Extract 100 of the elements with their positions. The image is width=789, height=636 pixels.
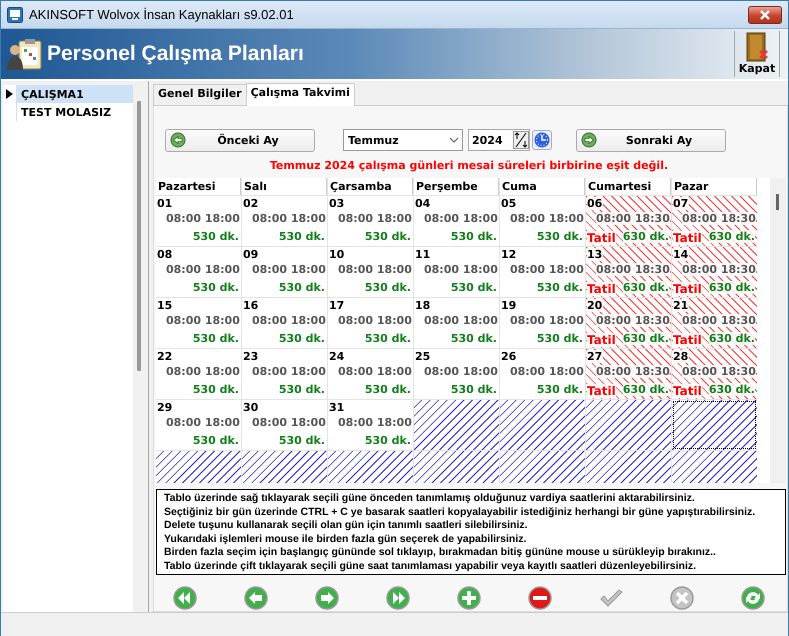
shift-hours: 08:00 18:00 [424, 365, 498, 378]
duration-text: 530 dk. [364, 383, 411, 396]
day-number: 28 [673, 350, 690, 363]
day-number: 06 [587, 197, 604, 210]
day-cell[interactable]: 19 08:00 18:00 530 dk. [500, 298, 585, 348]
day-cell[interactable]: 27 08:00 18:30 Tatil 630 dk. [586, 349, 671, 399]
close-button[interactable] [748, 6, 782, 24]
holiday-label: Tatil [587, 333, 616, 347]
duration-text: 530 dk. [192, 230, 239, 243]
day-cell[interactable]: 15 08:00 18:00 530 dk. [156, 298, 241, 348]
day-cell[interactable]: 26 08:00 18:00 530 dk. [500, 349, 585, 399]
time-button[interactable] [532, 130, 552, 150]
duration-text: 530 dk. [364, 230, 411, 243]
duration-text: 530 dk. [450, 383, 497, 396]
add-button[interactable] [456, 585, 482, 611]
scrollbar[interactable] [770, 178, 786, 483]
list-item[interactable]: ÇALIŞMA1 [17, 85, 133, 103]
shift-hours: 08:00 18:00 [424, 314, 498, 327]
first-record-button[interactable] [172, 585, 198, 611]
month-dropdown[interactable]: Temmuz [343, 129, 463, 151]
next-month-button[interactable]: Sonraki Ay [576, 128, 726, 152]
day-number: 09 [243, 248, 260, 261]
day-cell[interactable]: 04 08:00 18:00 530 dk. [414, 196, 499, 246]
tab[interactable]: Çalışma Takvimi [246, 83, 355, 106]
app-logo-icon [7, 6, 23, 22]
duration-text: 530 dk. [364, 434, 411, 447]
day-number: 25 [415, 350, 432, 363]
duration-text: 530 dk. [278, 434, 325, 447]
shift-hours: 08:00 18:00 [510, 212, 584, 225]
column-header: Pazar [672, 178, 757, 195]
duration-text: 530 dk. [278, 230, 325, 243]
holiday-label: Tatil [587, 384, 616, 398]
day-cell[interactable]: 10 08:00 18:00 530 dk. [328, 247, 413, 297]
day-number: 29 [157, 401, 174, 414]
day-cell[interactable]: 02 08:00 18:00 530 dk. [242, 196, 327, 246]
clipboard-person-icon [7, 37, 43, 71]
day-cell[interactable]: 12 08:00 18:00 530 dk. [500, 247, 585, 297]
day-cell[interactable]: 22 08:00 18:00 530 dk. [156, 349, 241, 399]
day-cell[interactable]: 08 08:00 18:00 530 dk. [156, 247, 241, 297]
day-cell[interactable]: 01 08:00 18:00 530 dk. [156, 196, 241, 246]
warning-text: Temmuz 2024 çalışma günleri mesai süreleri birbirine eşit değil. [268, 159, 670, 172]
day-cell[interactable]: 09 08:00 18:00 530 dk. [242, 247, 327, 297]
tab[interactable]: Genel Bilgiler [153, 84, 247, 105]
day-cell[interactable]: 25 08:00 18:00 530 dk. [414, 349, 499, 399]
close-button[interactable]: Kapat [734, 31, 780, 77]
day-cell[interactable]: 14 08:00 18:30 Tatil 630 dk. [672, 247, 757, 297]
day-cell[interactable]: 21 08:00 18:30 Tatil 630 dk. [672, 298, 757, 348]
list-item[interactable]: TEST MOLASIZ [17, 103, 133, 121]
previous-record-button[interactable] [243, 585, 269, 611]
shift-hours: 08:00 18:00 [510, 263, 584, 276]
day-number: 27 [587, 350, 604, 363]
previous-month-button[interactable]: Önceki Ay [165, 128, 315, 152]
day-cell[interactable]: 23 08:00 18:00 530 dk. [242, 349, 327, 399]
day-cell[interactable]: 16 08:00 18:00 530 dk. [242, 298, 327, 348]
day-cell[interactable]: 07 08:00 18:30 Tatil 630 dk. [672, 196, 757, 246]
day-cell[interactable]: 28 08:00 18:30 Tatil 630 dk. [672, 349, 757, 399]
day-cell[interactable]: 17 08:00 18:00 530 dk. [328, 298, 413, 348]
day-cell[interactable]: 03 08:00 18:00 530 dk. [328, 196, 413, 246]
day-cell[interactable]: 11 08:00 18:00 530 dk. [414, 247, 499, 297]
duration-text: 630 dk. [708, 332, 755, 345]
duration-text: 630 dk. [708, 383, 755, 396]
column-header: Perşembe [414, 178, 499, 195]
hint-text: Delete tuşunu kullanarak seçili olan gün için tanımlı saatleri silebilirsiniz. [164, 519, 529, 533]
day-number: 03 [329, 197, 346, 210]
day-number: 26 [501, 350, 518, 363]
refresh-button[interactable] [740, 585, 766, 611]
day-cell[interactable]: 24 08:00 18:00 530 dk. [328, 349, 413, 399]
shift-hours: 08:00 18:00 [424, 263, 498, 276]
hint-text: Seçtiğiniz bir gün üzerinde CTRL + C ye basarak saatleri kopyalayabilir istediğiniz herhangi bir güne yapıştırabilirsiniz. [164, 506, 756, 520]
delete-button[interactable] [527, 585, 553, 611]
duration-text: 530 dk. [192, 434, 239, 447]
day-cell[interactable]: 29 08:00 18:00 530 dk. [156, 400, 241, 450]
shift-hours: 08:00 18:30 [682, 212, 756, 225]
clock-icon [534, 132, 550, 148]
year-field[interactable]: 2024 [468, 129, 530, 151]
day-cell[interactable]: 05 08:00 18:00 530 dk. [500, 196, 585, 246]
day-cell[interactable]: 13 08:00 18:30 Tatil 630 dk. [586, 247, 671, 297]
duration-text: 530 dk. [278, 332, 325, 345]
holiday-label: Tatil [673, 384, 702, 398]
day-cell[interactable]: 18 08:00 18:00 530 dk. [414, 298, 499, 348]
duration-text: 530 dk. [536, 383, 583, 396]
door-icon [745, 32, 769, 62]
shift-hours: 08:00 18:00 [510, 365, 584, 378]
shift-hours: 08:00 18:00 [338, 416, 412, 429]
shift-hours: 08:00 18:00 [166, 365, 240, 378]
day-cell[interactable]: 30 08:00 18:00 530 dk. [242, 400, 327, 450]
next-record-button[interactable] [314, 585, 340, 611]
last-record-button[interactable] [385, 585, 411, 611]
day-cell[interactable]: 20 08:00 18:30 Tatil 630 dk. [586, 298, 671, 348]
shift-hours: 08:00 18:00 [338, 314, 412, 327]
day-number: 24 [329, 350, 346, 363]
day-cell[interactable]: 06 08:00 18:30 Tatil 630 dk. [586, 196, 671, 246]
day-number: 11 [415, 248, 432, 261]
day-number: 19 [501, 299, 518, 312]
shift-hours: 08:00 18:30 [596, 314, 670, 327]
holiday-label: Tatil [673, 333, 702, 347]
duration-text: 530 dk. [278, 281, 325, 294]
column-header: Çarsamba [328, 178, 413, 195]
scrollbar[interactable] [137, 101, 141, 371]
day-cell[interactable]: 31 08:00 18:00 530 dk. [328, 400, 413, 450]
